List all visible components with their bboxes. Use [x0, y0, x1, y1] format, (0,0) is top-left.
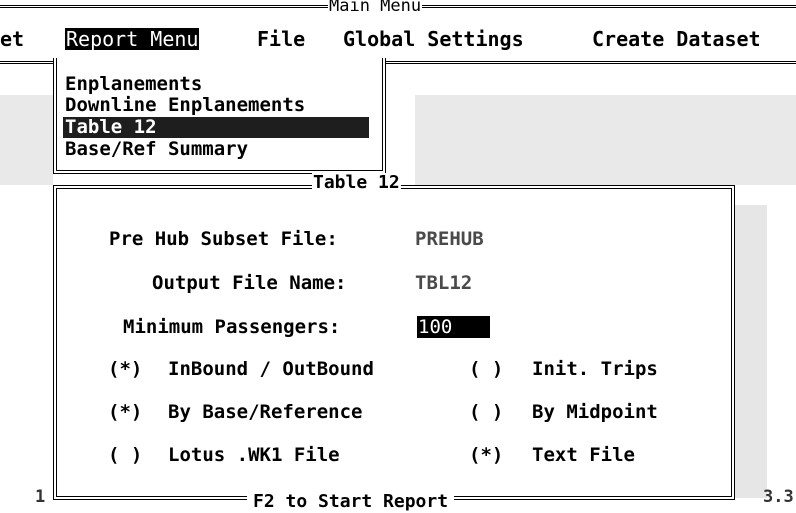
background-panel-left	[0, 95, 53, 185]
pre-hub-subset-file-field[interactable]: PREHUB	[415, 228, 484, 250]
dropdown-item-base-ref-summary[interactable]: Base/Ref Summary	[65, 139, 248, 160]
minimum-passengers-field[interactable]: 100	[417, 316, 490, 338]
dropdown-item-enplanements[interactable]: Enplanements	[65, 74, 202, 95]
report-menu-dropdown: Enplanements Downline Enplanements Table…	[53, 58, 386, 174]
radio-text-file-label[interactable]: Text File	[532, 444, 635, 466]
radio-init-trips-mark[interactable]: ( )	[469, 358, 503, 380]
radio-inbound-outbound-label[interactable]: InBound / OutBound	[168, 358, 374, 380]
menu-item-dataset-truncated[interactable]: et	[0, 28, 24, 50]
radio-inbound-outbound-mark[interactable]: (*)	[108, 358, 142, 380]
radio-by-midpoint-label[interactable]: By Midpoint	[532, 401, 658, 423]
dropdown-item-table-12[interactable]: Table 12	[63, 117, 369, 138]
dropdown-item-downline-enplanements[interactable]: Downline Enplanements	[65, 95, 305, 116]
menu-item-file[interactable]: File	[257, 28, 305, 50]
dialog-shadow	[735, 205, 767, 498]
output-file-name-label: Output File Name:	[152, 272, 347, 294]
radio-init-trips-label[interactable]: Init. Trips	[532, 358, 658, 380]
radio-by-base-reference-label[interactable]: By Base/Reference	[168, 401, 362, 423]
pre-hub-subset-file-label: Pre Hub Subset File:	[109, 228, 338, 250]
output-file-name-field[interactable]: TBL12	[415, 272, 472, 294]
radio-lotus-wk1-file-mark[interactable]: ( )	[108, 444, 142, 466]
radio-by-base-reference-mark[interactable]: (*)	[108, 401, 142, 423]
menu-item-create-dataset[interactable]: Create Dataset	[592, 28, 761, 50]
status-left-number: 1	[35, 487, 46, 507]
radio-lotus-wk1-file-label[interactable]: Lotus .WK1 File	[168, 444, 340, 466]
minimum-passengers-label: Minimum Passengers:	[123, 316, 341, 338]
status-right-number: 3.3	[763, 487, 794, 507]
radio-by-midpoint-mark[interactable]: ( )	[469, 401, 503, 423]
menu-item-global-settings[interactable]: Global Settings	[343, 28, 524, 50]
main-menu-title: Main Menu	[328, 0, 423, 15]
dialog-title: Table 12	[312, 172, 401, 193]
background-panel-right	[415, 95, 796, 185]
menu-item-report-menu[interactable]: Report Menu	[65, 28, 200, 50]
table-12-dialog: Table 12 Pre Hub Subset File: PREHUB Out…	[53, 173, 735, 513]
dialog-footer-hint: F2 to Start Report	[247, 491, 455, 513]
radio-text-file-mark[interactable]: (*)	[469, 444, 503, 466]
